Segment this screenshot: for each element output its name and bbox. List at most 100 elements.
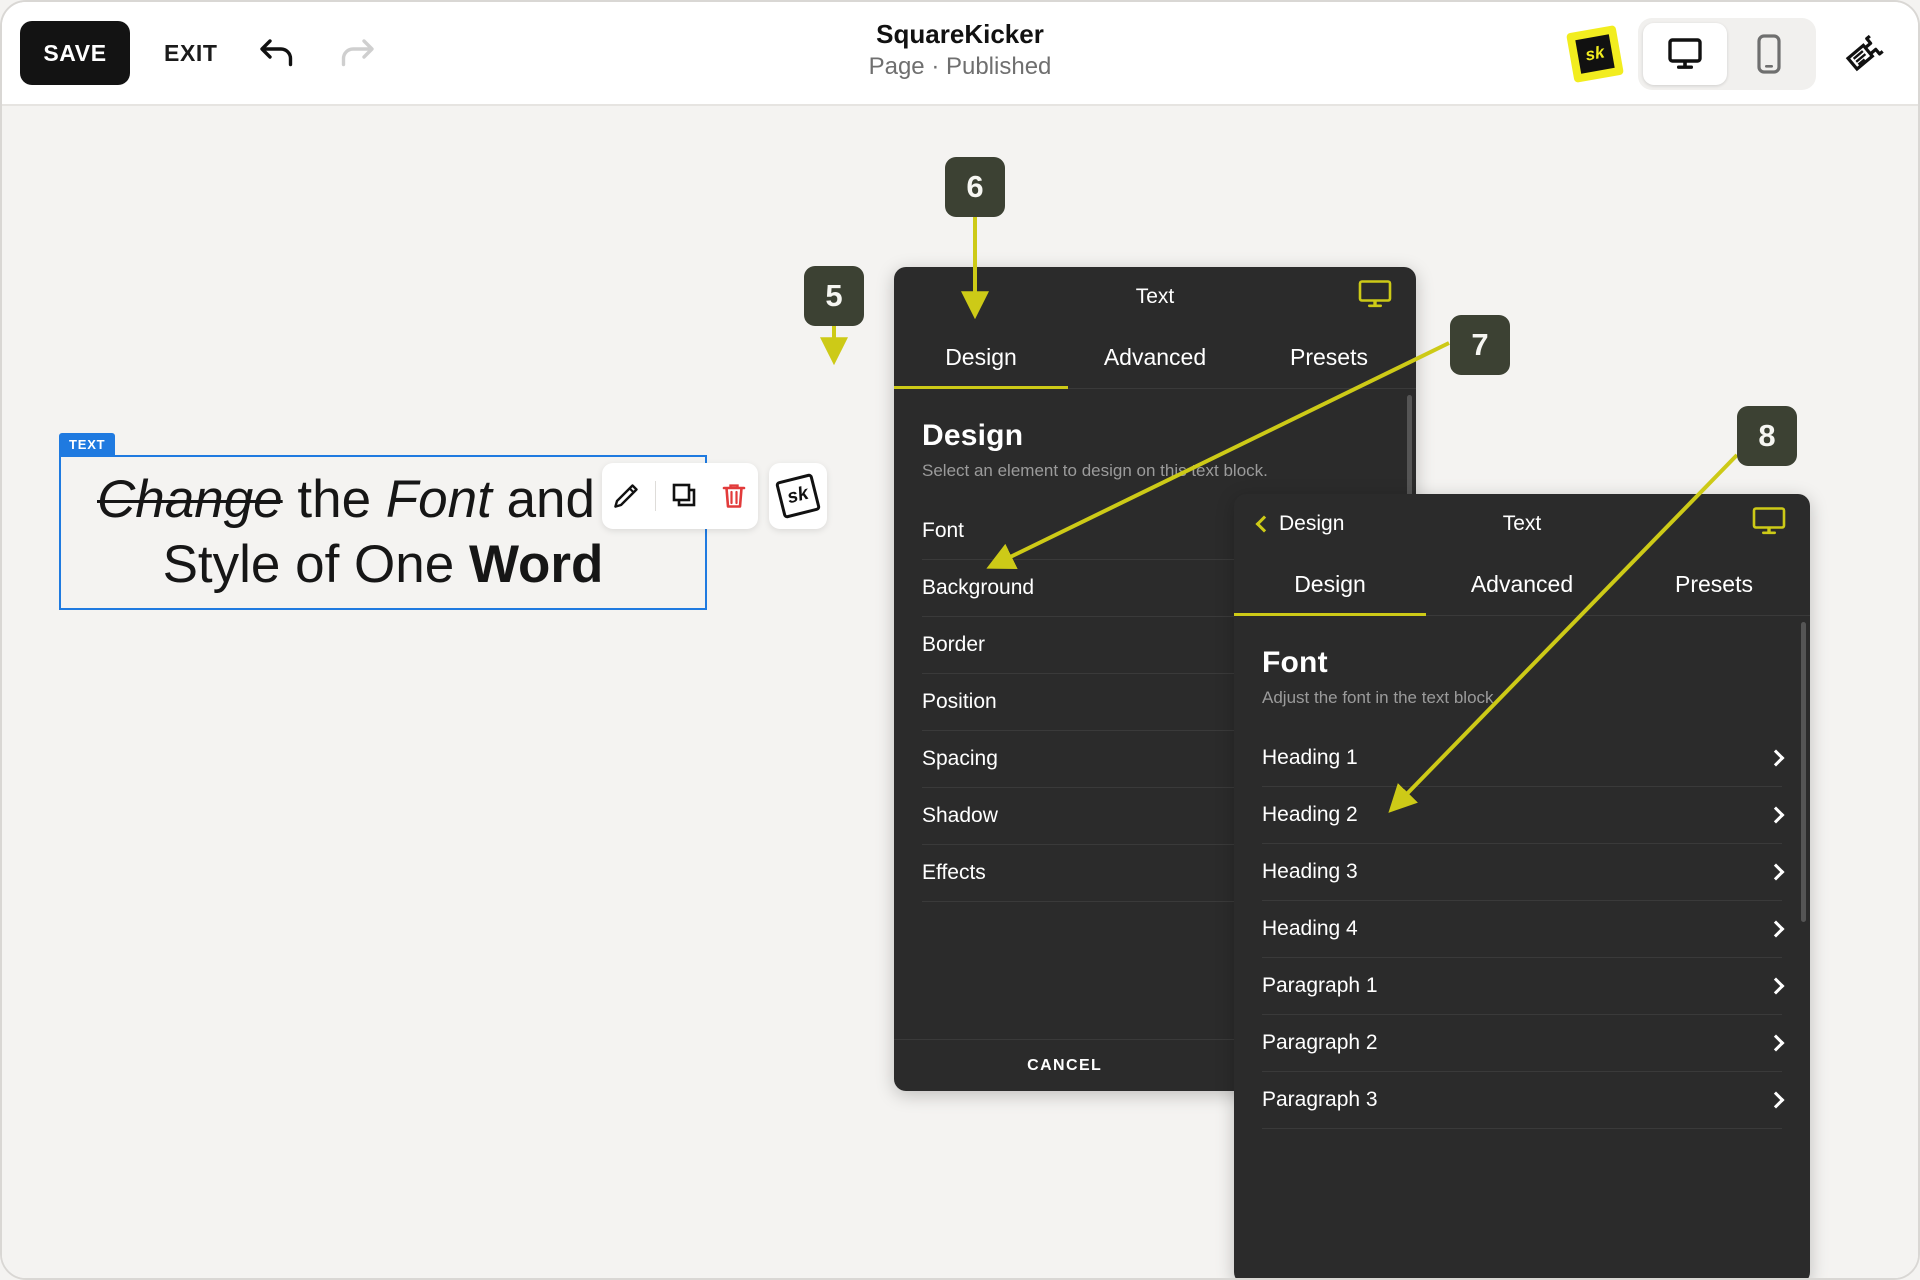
squarekicker-logo-icon[interactable]: sk xyxy=(1566,25,1624,83)
top-toolbar: SAVE EXIT SquareKicker Page · Published … xyxy=(2,2,1918,106)
text-word-change: Change xyxy=(97,469,283,529)
device-preview-toggle xyxy=(1638,18,1816,90)
font-panel-tabs: Design Advanced Presets xyxy=(1234,554,1810,616)
design-option-label: Font xyxy=(922,519,965,542)
step-badge-8-label: 8 xyxy=(1758,418,1776,453)
chevron-right-icon xyxy=(1767,863,1785,881)
chevron-left-icon xyxy=(1255,515,1273,533)
step-badge-6-label: 6 xyxy=(966,169,984,204)
step-badge-7: 7 xyxy=(1450,315,1510,375)
tab-advanced[interactable]: Advanced xyxy=(1068,327,1242,388)
font-item-paragraph-1[interactable]: Paragraph 1 xyxy=(1262,958,1785,1015)
cancel-button[interactable]: CANCEL xyxy=(894,1040,1235,1091)
font-item-label: Heading 2 xyxy=(1262,803,1358,826)
chevron-right-icon xyxy=(1767,1091,1785,1109)
app-frame: SAVE EXIT SquareKicker Page · Published … xyxy=(0,0,1920,1280)
monitor-icon[interactable] xyxy=(1358,280,1392,315)
screen-root: SAVE EXIT SquareKicker Page · Published … xyxy=(0,0,1920,1280)
redo-icon[interactable] xyxy=(334,31,378,75)
design-panel-header: Design Select an element to design on th… xyxy=(922,389,1388,481)
save-button[interactable]: SAVE xyxy=(20,21,130,85)
tab-design-label: Design xyxy=(945,344,1017,370)
font-item-label: Heading 4 xyxy=(1262,917,1358,940)
undo-icon[interactable] xyxy=(256,31,300,75)
design-option-label: Spacing xyxy=(922,747,998,770)
design-option-label: Position xyxy=(922,690,997,713)
text-line-1: Change the Font and xyxy=(75,468,691,533)
tab-presets[interactable]: Presets xyxy=(1618,554,1810,615)
sk-badge-label: sk xyxy=(774,472,822,520)
squarekicker-logo-label: sk xyxy=(1575,34,1615,74)
design-option-label: Background xyxy=(922,576,1035,599)
tab-design-label: Design xyxy=(1294,571,1366,597)
pencil-icon[interactable] xyxy=(606,476,646,516)
step-badge-5-label: 5 xyxy=(825,278,843,313)
text-line-2: Style of One Word xyxy=(75,533,691,598)
font-item-heading-2[interactable]: Heading 2 xyxy=(1262,787,1785,844)
trash-icon[interactable] xyxy=(714,476,754,516)
top-toolbar-right: sk xyxy=(1566,2,1898,106)
cancel-button-label: CANCEL xyxy=(1027,1056,1103,1074)
font-panel-body: Font Adjust the font in the text block. … xyxy=(1234,616,1810,1129)
design-panel-tabs: Design Advanced Presets xyxy=(894,327,1416,389)
design-panel-heading: Design xyxy=(922,419,1024,452)
chevron-right-icon xyxy=(1767,920,1785,938)
tab-presets-label: Presets xyxy=(1290,344,1368,370)
text-line1-rest: the xyxy=(282,469,386,529)
font-panel-titlebar: Design Text xyxy=(1234,494,1810,554)
element-toolbar xyxy=(602,463,758,529)
text-line2-lead: Style of One xyxy=(162,534,469,594)
font-panel-scrollbar[interactable] xyxy=(1801,622,1806,922)
desktop-icon[interactable] xyxy=(1643,23,1727,85)
font-item-label: Heading 3 xyxy=(1262,860,1358,883)
font-item-label: Paragraph 3 xyxy=(1262,1088,1378,1111)
step-badge-8: 8 xyxy=(1737,406,1797,466)
selection-label: TEXT xyxy=(59,433,116,455)
design-option-label: Border xyxy=(922,633,986,656)
mobile-icon[interactable] xyxy=(1727,23,1811,85)
tab-presets-label: Presets xyxy=(1675,571,1753,597)
chevron-right-icon xyxy=(1767,806,1785,824)
toolbar-divider xyxy=(655,481,657,511)
text-word-word: Word xyxy=(468,534,604,594)
font-panel-description: Adjust the font in the text block. xyxy=(1262,688,1499,707)
paintbrush-icon[interactable] xyxy=(1836,26,1892,82)
duplicate-icon[interactable] xyxy=(665,476,705,516)
font-item-paragraph-3[interactable]: Paragraph 3 xyxy=(1262,1072,1785,1129)
chevron-right-icon xyxy=(1767,1034,1785,1052)
step-badge-7-label: 7 xyxy=(1471,327,1489,362)
font-item-heading-3[interactable]: Heading 3 xyxy=(1262,844,1785,901)
design-option-label: Shadow xyxy=(922,804,998,827)
font-item-heading-4[interactable]: Heading 4 xyxy=(1262,901,1785,958)
chevron-right-icon xyxy=(1767,977,1785,995)
tab-design[interactable]: Design xyxy=(1234,554,1426,616)
text-word-font: Font xyxy=(385,469,492,529)
design-panel-title: Text xyxy=(1135,285,1175,308)
tab-presets[interactable]: Presets xyxy=(1242,327,1416,388)
design-panel-titlebar: Text xyxy=(894,267,1416,327)
font-item-label: Paragraph 2 xyxy=(1262,1031,1378,1054)
step-badge-5: 5 xyxy=(804,266,864,326)
tab-advanced-label: Advanced xyxy=(1103,344,1207,370)
step-badge-6: 6 xyxy=(945,157,1005,217)
monitor-icon[interactable] xyxy=(1752,507,1786,542)
font-panel: Design Text Design Advanced Presets Font… xyxy=(1234,494,1810,1278)
font-item-heading-1[interactable]: Heading 1 xyxy=(1262,730,1785,787)
exit-button[interactable]: EXIT xyxy=(164,40,218,67)
design-panel-description: Select an element to design on this text… xyxy=(922,461,1268,480)
font-item-label: Heading 1 xyxy=(1262,746,1358,769)
font-panel-back-label: Design xyxy=(1279,512,1345,535)
tab-advanced-label: Advanced xyxy=(1470,571,1574,597)
tab-design[interactable]: Design xyxy=(894,327,1068,389)
exit-button-label: EXIT xyxy=(164,39,218,66)
text-line1-tail: and xyxy=(491,469,596,529)
font-item-label: Paragraph 1 xyxy=(1262,974,1378,997)
font-item-list: Heading 1 Heading 2 Heading 3 Heading 4 … xyxy=(1262,730,1785,1129)
font-panel-header: Font Adjust the font in the text block. xyxy=(1262,616,1782,708)
chevron-right-icon xyxy=(1767,749,1785,767)
sk-badge-icon[interactable]: sk xyxy=(769,463,827,529)
font-panel-back-button[interactable]: Design xyxy=(1255,512,1345,536)
save-button-label: SAVE xyxy=(43,39,107,66)
font-item-paragraph-2[interactable]: Paragraph 2 xyxy=(1262,1015,1785,1072)
tab-advanced[interactable]: Advanced xyxy=(1426,554,1618,615)
